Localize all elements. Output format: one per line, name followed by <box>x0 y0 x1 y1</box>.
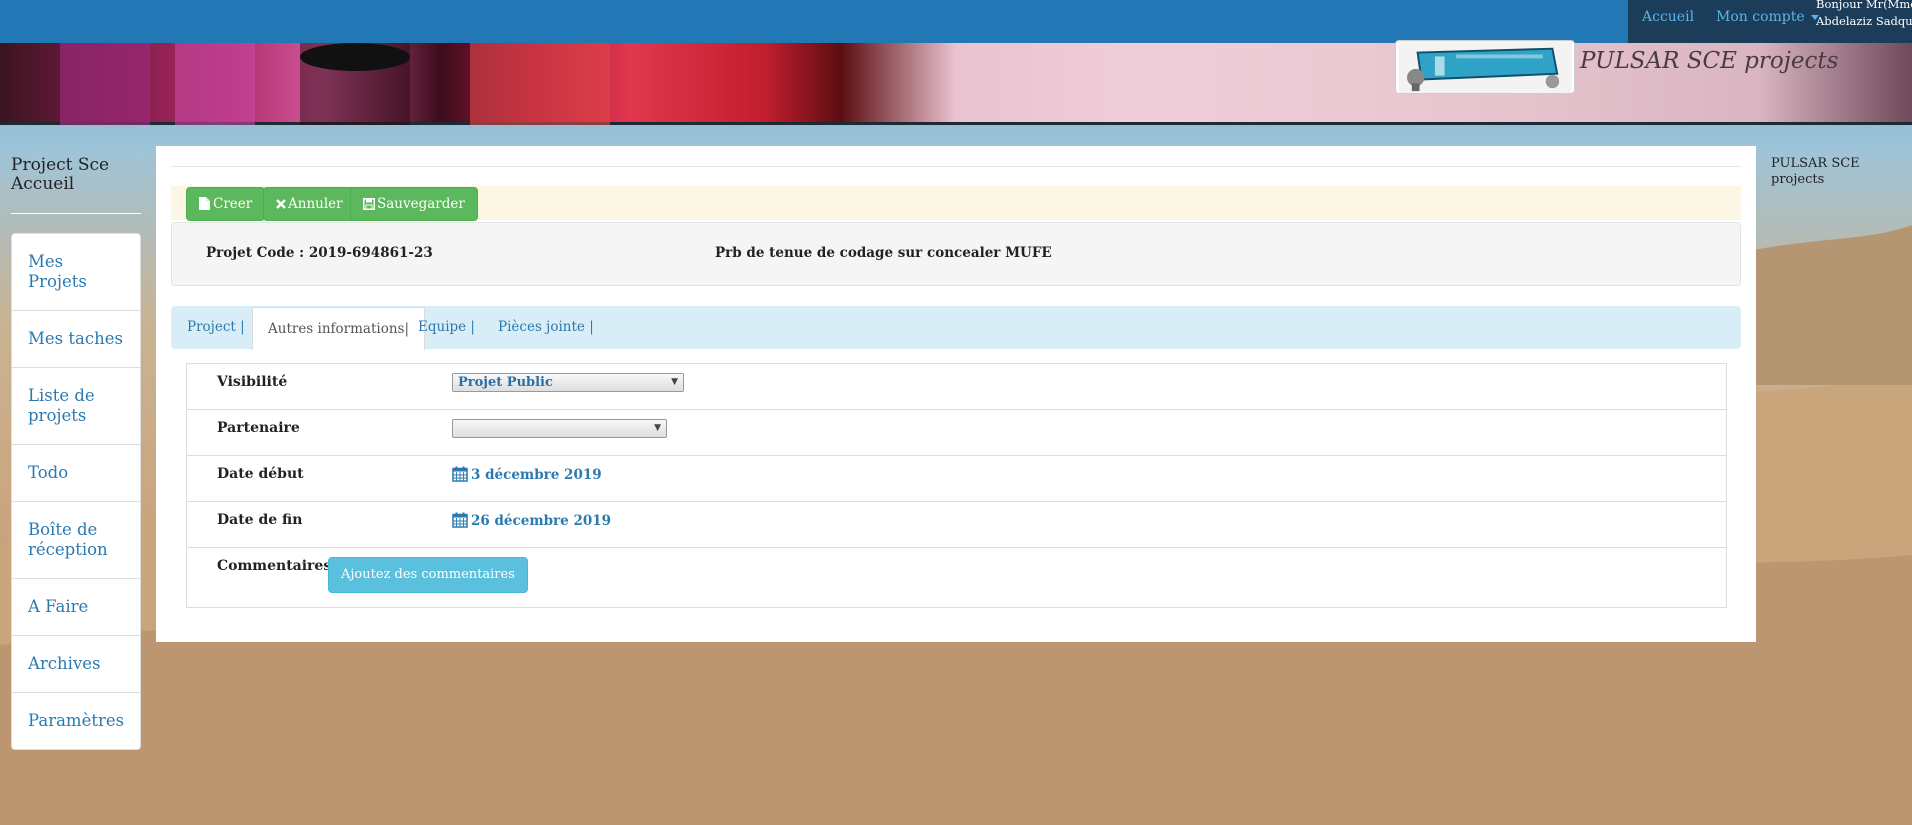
sidebar-item-boite-reception[interactable]: Boîte de réception <box>12 502 140 579</box>
start-date-picker[interactable]: 3 décembre 2019 <box>452 466 602 483</box>
project-logo <box>1395 40 1575 94</box>
cancel-button[interactable]: Annuler <box>263 187 356 221</box>
cancel-button-label: Annuler <box>288 196 343 212</box>
main-panel: Creer Annuler Sauvegarder Projet Code : … <box>156 146 1756 642</box>
visibility-select[interactable]: Projet Public ▼ <box>452 373 684 392</box>
form-row-partner: Partenaire ▼ <box>187 410 1726 456</box>
calendar-icon <box>452 466 468 482</box>
tab-project[interactable]: Project | <box>187 306 245 349</box>
end-date-label: Date de fin <box>217 512 303 528</box>
create-button-label: Creer <box>213 196 253 212</box>
tab-autres-informations[interactable]: Autres informations| <box>252 307 426 350</box>
start-date-label: Date début <box>217 466 304 482</box>
sidebar-menu: Mes Projets Mes taches Liste de projets … <box>11 233 141 750</box>
form-row-comments: Commentaires Ajoutez des commentaires <box>187 548 1726 608</box>
right-panel-line-1: PULSAR SCE <box>1771 156 1860 171</box>
start-date-value: 3 décembre 2019 <box>471 467 602 483</box>
greeting-line-2: Abdelaziz Sadquaoui <box>1816 14 1912 28</box>
main-divider <box>171 166 1741 167</box>
sidebar-divider <box>11 213 141 214</box>
save-icon <box>363 198 375 210</box>
nav-account-dropdown[interactable]: Mon compte <box>1716 9 1819 25</box>
project-info-box: Projet Code : 2019-694861-23 Prb de tenu… <box>171 222 1741 286</box>
sidebar-item-parametres[interactable]: Paramètres <box>12 693 140 749</box>
visibility-selected-value: Projet Public <box>458 375 553 390</box>
nav-home-link[interactable]: Accueil <box>1642 9 1694 25</box>
sidebar-item-liste-projets[interactable]: Liste de projets <box>12 368 140 445</box>
file-icon <box>199 197 210 210</box>
tab-equipe[interactable]: Equipe | <box>418 306 475 349</box>
partner-label: Partenaire <box>217 420 300 436</box>
top-navbar <box>0 0 1912 43</box>
project-description: Prb de tenue de codage sur concealer MUF… <box>715 245 1052 261</box>
sidebar-item-a-faire[interactable]: A Faire <box>12 579 140 636</box>
tab-bar: Project | Autres informations| Equipe | … <box>171 306 1741 350</box>
sidebar-item-todo[interactable]: Todo <box>12 445 140 502</box>
project-details-form: Visibilité Projet Public ▼ Partenaire ▼ … <box>186 363 1727 608</box>
nav-account-label: Mon compte <box>1716 9 1805 25</box>
add-comments-button[interactable]: Ajoutez des commentaires <box>328 557 528 593</box>
sidebar-item-mes-projets[interactable]: Mes Projets <box>12 234 140 311</box>
right-panel-line-2: projects <box>1771 172 1825 187</box>
lipstick-banner-image <box>60 43 610 125</box>
end-date-picker[interactable]: 26 décembre 2019 <box>452 512 611 529</box>
form-row-visibility: Visibilité Projet Public ▼ <box>187 364 1726 410</box>
partner-select[interactable]: ▼ <box>452 419 667 438</box>
sidebar-title-line-1: Project Sce <box>11 155 110 175</box>
form-row-start-date: Date début 3 décembre 2019 <box>187 456 1726 502</box>
brand-title: PULSAR SCE projects <box>1580 48 1839 74</box>
dropdown-arrow-icon: ▼ <box>671 377 678 387</box>
save-button[interactable]: Sauvegarder <box>350 187 478 221</box>
tab-pieces-jointe[interactable]: Pièces jointe | <box>498 306 594 349</box>
sidebar-title-line-2[interactable]: Accueil <box>11 175 109 194</box>
close-icon <box>276 199 286 209</box>
comments-label: Commentaires <box>217 558 332 574</box>
greeting-line-1: Bonjour Mr(Mme) <box>1816 0 1912 11</box>
sidebar-title: Project Sce Accueil <box>11 156 109 194</box>
dropdown-arrow-icon: ▼ <box>654 423 661 433</box>
project-code: Projet Code : 2019-694861-23 <box>206 245 433 261</box>
sidebar-item-mes-taches[interactable]: Mes taches <box>12 311 140 368</box>
right-panel-brand: PULSAR SCE projects <box>1771 156 1860 188</box>
calendar-icon <box>452 512 468 528</box>
end-date-value: 26 décembre 2019 <box>471 513 612 529</box>
save-button-label: Sauvegarder <box>377 196 465 212</box>
visibility-label: Visibilité <box>217 374 288 390</box>
user-greeting: Bonjour Mr(Mme) Abdelaziz Sadquaoui <box>1816 0 1912 30</box>
form-row-end-date: Date de fin 26 décembre 2019 <box>187 502 1726 548</box>
create-button[interactable]: Creer <box>186 187 266 221</box>
sidebar-item-archives[interactable]: Archives <box>12 636 140 693</box>
